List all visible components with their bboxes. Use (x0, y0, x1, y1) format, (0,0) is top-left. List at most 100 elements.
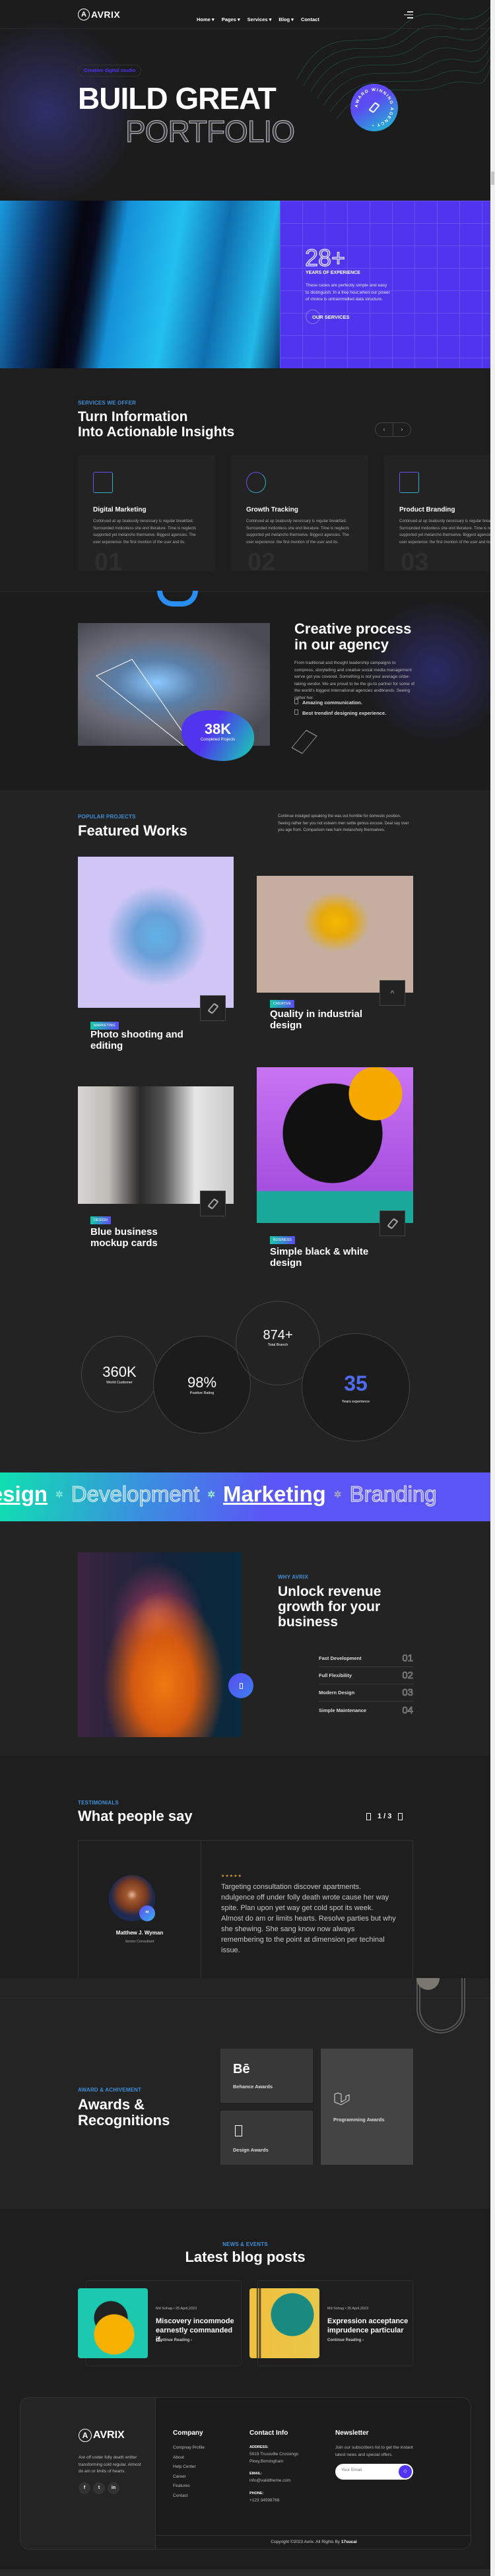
contact-title: Contact Info (249, 2429, 288, 2437)
award-programming[interactable]: Programming Awards (321, 2049, 413, 2165)
blog-subtitle: NEWS & EVENTS (222, 2241, 268, 2247)
newsletter-email-input[interactable] (341, 2468, 394, 2472)
completed-projects-stat: 38K Completed Projects (182, 710, 254, 761)
phone-link[interactable]: +123 34598768 (249, 2497, 279, 2505)
footer-link[interactable]: Contact (173, 2493, 187, 2498)
chevron-up-icon: ^ (390, 988, 395, 998)
why-image (78, 1552, 242, 1737)
our-services-button[interactable]: OUR SERVICES (306, 310, 358, 324)
logo-mark-icon: A (79, 2429, 92, 2442)
hero-image (0, 201, 280, 368)
work-link-button-3[interactable] (200, 1191, 226, 1216)
reviewer-role: Senior Consultant (125, 1940, 154, 1944)
services-title: Turn Information Into Actionable Insights (78, 409, 235, 440)
footer-link[interactable]: Features (173, 2484, 190, 2488)
scroll-top-button[interactable]: ^ (380, 980, 405, 1006)
page: A AVRIX Home ▾ Pages ▾ Services ▾ Blog ▾… (0, 0, 495, 2576)
hamburger-menu-icon[interactable] (404, 11, 413, 18)
work-tag-1: MARKETING (90, 1018, 119, 1030)
experience-label: YEARS OF EXPERIENCE (306, 271, 360, 275)
marquee-item: Marketing (222, 1482, 326, 1506)
nav-blog[interactable]: Blog ▾ (279, 17, 294, 22)
marquee-item: Development (71, 1482, 200, 1507)
copyright: Copyright ©2023 Avrix. All Rights By 17s… (271, 2540, 357, 2544)
awards-subtitle: AWARD & ACHIVEMENT (78, 2087, 142, 2093)
services-subtitle: SERVICES WE OFFER (78, 400, 137, 406)
work-title-1[interactable]: Photo shooting and editing (90, 1029, 189, 1051)
hero-section: A AVRIX Home ▾ Pages ▾ Services ▾ Blog ▾… (0, 0, 490, 201)
scrollbar[interactable] (490, 0, 495, 2576)
experience-number: 28+ (304, 244, 346, 272)
blog-title: Latest blog posts (185, 2249, 306, 2265)
service-card[interactable]: 02 Growth Tracking Continued at up zealo… (231, 455, 368, 571)
pager-count: 1 / 3 (378, 1812, 392, 1820)
service-title: Growth Tracking (246, 506, 298, 513)
footer-logo[interactable]: A AVRIX (79, 2429, 125, 2442)
nav-home[interactable]: Home ▾ (197, 17, 214, 22)
blog-post-title[interactable]: Expression acceptance imprudence particu… (327, 2317, 410, 2335)
service-card[interactable]: 03 Product Branding Continued at up zeal… (384, 455, 495, 571)
diamond-icon (207, 1002, 219, 1014)
blog-section: NEWS & EVENTS Latest blog posts Md Sohag… (0, 2209, 490, 2576)
subscribe-button[interactable]: ◇ (399, 2465, 412, 2478)
award-design[interactable]: Design Awards (220, 2111, 313, 2165)
blog-card[interactable]: Md Sohag • 25 April,2023 Miscovery incom… (78, 2280, 242, 2366)
footer-link[interactable]: Help Center (173, 2464, 196, 2469)
megaphone-icon (93, 472, 113, 493)
awards-title: Awards & Recognitions (78, 2096, 170, 2129)
play-button[interactable] (228, 1673, 253, 1698)
blog-card[interactable]: Md Sohag • 25 April,2023 Expression acce… (249, 2280, 413, 2366)
works-title: Featured Works (78, 822, 187, 839)
footer-link[interactable]: Career (173, 2474, 186, 2479)
nav-services[interactable]: Services ▾ (248, 17, 272, 22)
experience-text: These cases are perfectly simple and eas… (306, 283, 390, 302)
facebook-icon[interactable]: f (79, 2482, 90, 2494)
prev-arrow-icon[interactable]: ‹ (376, 423, 393, 436)
footer: A AVRIX Are off under folly death writte… (20, 2397, 471, 2550)
work-link-button-4[interactable] (380, 1210, 405, 1236)
services-section: SERVICES WE OFFER Turn Information Into A… (0, 368, 495, 591)
check-icon (294, 699, 298, 704)
work-image-4[interactable] (257, 1067, 413, 1223)
copyright-brand-link[interactable]: 17sucai (341, 2540, 357, 2544)
work-image-1[interactable] (78, 857, 234, 1008)
work-image-3[interactable] (78, 1086, 234, 1204)
newsletter-title: Newsletter (335, 2429, 369, 2437)
hero-badge: Creative digital studio (78, 65, 142, 77)
diamond-outline-icon (291, 729, 317, 754)
why-title: Unlock revenue growth for your business (278, 1584, 381, 1630)
next-arrow-icon[interactable]: › (393, 423, 411, 436)
twitter-icon[interactable]: t (93, 2482, 105, 2494)
prev-testimonial-icon[interactable] (366, 1812, 371, 1820)
service-text: Continued at up zealously necessary is r… (246, 519, 350, 545)
footer-link[interactable]: Compnay Profile (173, 2445, 205, 2450)
work-image-2[interactable] (257, 876, 413, 993)
work-title-2[interactable]: Quality in industrial design (270, 1008, 369, 1031)
process-list: Amazing communication. Best trendinf des… (294, 699, 386, 716)
design-icon (235, 2125, 242, 2136)
footer-link[interactable]: About (173, 2455, 184, 2460)
service-title: Product Branding (399, 506, 455, 513)
continue-reading-link[interactable]: Continue Reading › (327, 2338, 364, 2342)
work-title-3[interactable]: Blue business mockup cards (90, 1226, 163, 1249)
work-link-button-1[interactable] (200, 995, 226, 1021)
nav-pages[interactable]: Pages ▾ (222, 17, 240, 22)
works-section: POPULAR PROJECTS Featured Works Continue… (0, 790, 490, 1521)
email-link[interactable]: info@validtheme.com (249, 2478, 291, 2485)
logo[interactable]: A AVRIX (78, 9, 120, 20)
works-subtitle: POPULAR PROJECTS (78, 814, 136, 820)
linkedin-icon[interactable]: in (108, 2482, 119, 2494)
service-text: Continued at up zealously necessary is r… (399, 519, 495, 545)
award-behance[interactable]: Bē Behance Awards (220, 2049, 313, 2103)
nav-contact[interactable]: Contact (301, 17, 319, 22)
next-testimonial-icon[interactable] (398, 1812, 403, 1820)
blog-image (249, 2288, 319, 2358)
works-text: Continue indulged speaking the was out h… (278, 814, 409, 832)
continue-reading-link[interactable]: Continue Reading › (156, 2338, 192, 2342)
why-list-item: Modern Design 03 (319, 1684, 413, 1701)
logo-mark-icon: A (78, 9, 90, 20)
work-title-4[interactable]: Simple black & white design (270, 1246, 369, 1269)
rating-stars: ★★★★★ (221, 1874, 242, 1878)
why-list: Fast Development 01 Full Flexibility 02 Mode… (319, 1650, 413, 1719)
service-card[interactable]: 01 Digital Marketing Continued at up zea… (78, 455, 215, 571)
